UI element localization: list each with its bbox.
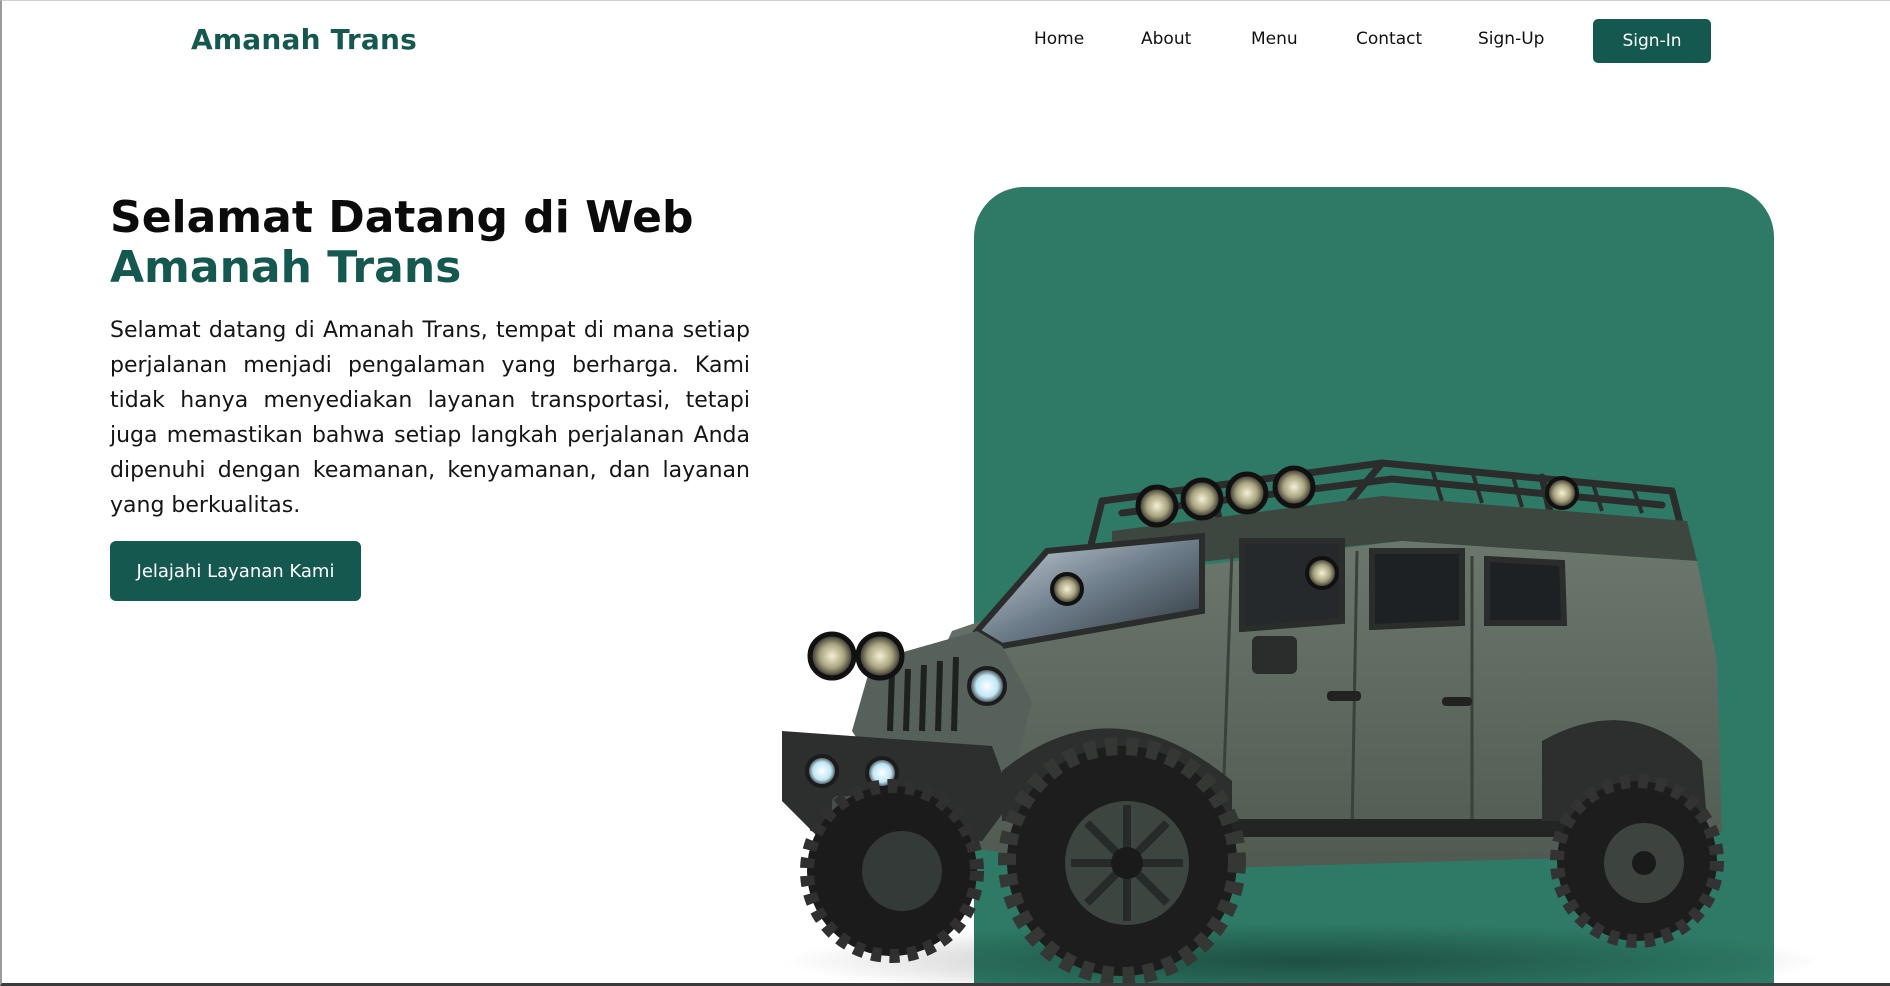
hero-description: Selamat datang di Amanah Trans, tempat d… [110,318,750,518]
brand-logo[interactable]: Amanah Trans [191,23,417,56]
page: Amanah Trans Home About Menu Contact Sig… [0,0,1890,986]
jeep-image [782,459,1822,983]
navbar: Amanah Trans Home About Menu Contact Sig… [2,1,1890,85]
nav-link-menu[interactable]: Menu [1251,29,1298,49]
nav-link-signup[interactable]: Sign-Up [1478,29,1544,49]
nav-link-contact[interactable]: Contact [1356,29,1422,49]
hero-title-brand: Amanah Trans [110,242,462,293]
signin-button[interactable]: Sign-In [1593,19,1711,63]
nav-link-about[interactable]: About [1141,29,1191,49]
explore-services-button[interactable]: Jelajahi Layanan Kami [110,541,361,601]
hero-title: Selamat Datang di Web [110,192,694,243]
nav-link-home[interactable]: Home [1034,29,1084,49]
